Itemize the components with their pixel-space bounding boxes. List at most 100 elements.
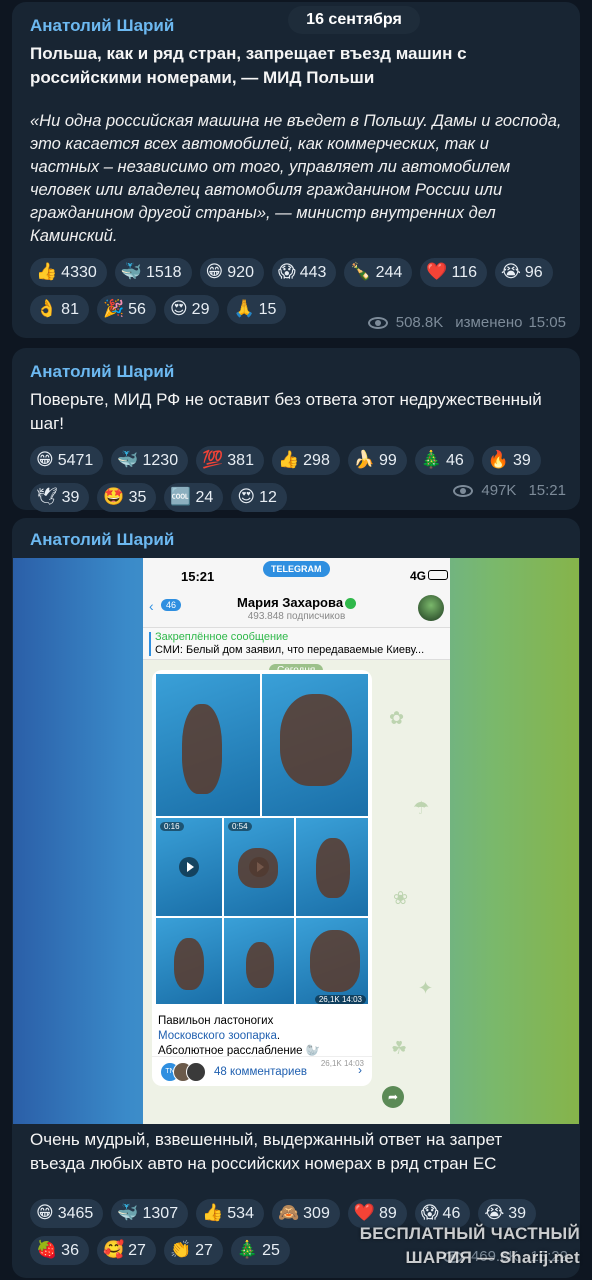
reaction-count: 39 — [512, 451, 531, 469]
photo-cell — [156, 674, 260, 816]
channel-name-row: Мария Захарова — [143, 595, 450, 610]
cool-icon: 🆒 — [170, 487, 192, 507]
reaction-count: 39 — [508, 1204, 527, 1222]
media-grid: 0:16 0:54 26,1K 14:03 — [152, 670, 372, 1008]
walrus-shape — [246, 942, 274, 988]
doodle-icon: ✿ — [389, 708, 405, 728]
reaction-count: 3465 — [57, 1204, 94, 1222]
pinned-label: Закреплённое сообщение — [155, 631, 289, 643]
chevron-right-icon: › — [358, 1063, 362, 1077]
reaction-grin[interactable]: 😁 920 — [199, 258, 264, 287]
heart-icon: ❤️ — [353, 1203, 376, 1223]
reaction-strawberry[interactable]: 🍓 36 — [30, 1236, 89, 1265]
reaction-dove[interactable]: 🕊 39 — [30, 483, 90, 512]
pinned-message: Закреплённое сообщение СМИ: Белый дом за… — [143, 628, 450, 660]
views-icon — [367, 316, 388, 329]
phone-screenshot: 15:21 TELEGRAM 4G ‹ 46 Мария Захарова 49… — [143, 558, 450, 1124]
reaction-thumbs-up[interactable]: 👍 298 — [271, 446, 340, 475]
reaction-count: 309 — [303, 1204, 330, 1222]
channel-name: Мария Захарова — [236, 595, 344, 610]
reaction-count: 27 — [128, 1241, 146, 1259]
reaction-whale[interactable]: 🐳 1518 — [114, 258, 192, 287]
video-duration: 0:16 — [160, 822, 184, 831]
reaction-thumbs-up[interactable]: 👍 534 — [196, 1199, 264, 1228]
reaction-grin[interactable]: 😁 5471 — [30, 446, 104, 475]
reaction-pray[interactable]: 🙏 15 — [227, 295, 287, 324]
reaction-star-struck[interactable]: 🤩 35 — [97, 483, 157, 512]
reaction-count: 36 — [61, 1241, 79, 1259]
reaction-fire[interactable]: 🔥 39 — [481, 446, 541, 475]
reaction-count: 24 — [195, 488, 214, 506]
channel-post: 0:16 0:54 26,1K 14:03 Павильон ластоноги… — [152, 670, 372, 1086]
walrus-shape — [174, 938, 204, 990]
reaction-count: 99 — [379, 451, 397, 469]
reaction-count: 534 — [227, 1204, 254, 1222]
grin-icon: 😁 — [205, 262, 224, 282]
reaction-count: 15 — [258, 300, 277, 318]
heart-eyes-icon: 😍 — [169, 299, 188, 319]
reaction-count: 25 — [262, 1241, 280, 1259]
phone-status-bar: 15:21 TELEGRAM 4G — [143, 558, 450, 592]
photo-cell — [262, 674, 368, 816]
reaction-ok-hand[interactable]: 👌 81 — [30, 295, 89, 324]
reaction-hearts-face[interactable]: 🥰 27 — [96, 1236, 156, 1265]
scream-icon: 😱 — [277, 262, 296, 282]
christmas-tree-icon: 🎄 — [420, 450, 442, 470]
hundred-icon: 💯 — [202, 450, 224, 470]
walrus-shape — [316, 838, 350, 898]
reaction-heart-eyes[interactable]: 😍 12 — [231, 483, 287, 512]
caption-link[interactable]: Московского зоопарка — [158, 1030, 277, 1042]
reaction-banana[interactable]: 🍌 99 — [347, 446, 407, 475]
reaction-count: 1230 — [142, 451, 179, 469]
watermark: БЕСПЛАТНЫЙ ЧАСТНЫЙ ШАРИЯ — Sharij.net — [360, 1222, 580, 1270]
whale-icon: 🐳 — [117, 1203, 139, 1223]
watermark-line: ШАРИЯ — Sharij.net — [405, 1248, 580, 1267]
whale-icon: 🐳 — [117, 450, 139, 470]
fire-icon: 🔥 — [487, 450, 509, 470]
reaction-thumbs-up[interactable]: 👍 4330 — [30, 258, 107, 287]
reaction-count: 29 — [191, 300, 210, 318]
message-1: Анатолий Шарий Польша, как и ряд стран, … — [12, 2, 580, 338]
reaction-hundred[interactable]: 💯 381 — [196, 446, 264, 475]
phone-time: 15:21 — [181, 569, 215, 584]
reaction-clap[interactable]: 👏 27 — [163, 1236, 223, 1265]
reaction-count: 1518 — [145, 263, 182, 281]
star-struck-icon: 🤩 — [103, 487, 125, 507]
reaction-grin[interactable]: 😁 3465 — [30, 1199, 104, 1228]
message-image[interactable]: 15:21 TELEGRAM 4G ‹ 46 Мария Захарова 49… — [13, 558, 579, 1124]
reaction-whale[interactable]: 🐳 1230 — [111, 446, 189, 475]
banana-icon: 🍌 — [353, 450, 376, 470]
reaction-count: 27 — [195, 1241, 213, 1259]
pray-icon: 🙏 — [233, 299, 255, 319]
reaction-whale[interactable]: 🐳 1307 — [111, 1199, 189, 1228]
reaction-cool[interactable]: 🆒 24 — [164, 483, 224, 512]
reactions: 😁 5471 🐳 1230 💯 381 👍 298 🍌 99 🎄 46 🔥 39 🕊 39 🤩 35 🆒 24 😍 12 — [12, 446, 580, 512]
see-no-evil-icon: 🙈 — [277, 1203, 300, 1223]
post-caption: Павильон ластоногих Московского зоопарка… — [152, 1008, 372, 1059]
comment-avatars: TN — [160, 1061, 206, 1082]
forward-icon: ➦ — [382, 1086, 404, 1108]
video-duration: 0:54 — [228, 822, 252, 831]
reaction-sob[interactable]: 😭 96 — [494, 258, 553, 287]
reaction-count: 298 — [303, 451, 330, 469]
reaction-christmas-tree[interactable]: 🎄 46 — [414, 446, 474, 475]
reaction-heart[interactable]: ❤️ 116 — [420, 258, 487, 287]
play-icon — [179, 857, 199, 877]
sob-icon: 😭 — [500, 262, 521, 282]
chat-header: ‹ 46 Мария Захарова 493.848 подписчиков — [143, 592, 450, 628]
reaction-heart-eyes[interactable]: 😍 29 — [163, 295, 220, 324]
reaction-party[interactable]: 🎉 56 — [96, 295, 156, 324]
battery-icon — [428, 570, 448, 580]
reaction-see-no-evil[interactable]: 🙈 309 — [271, 1199, 340, 1228]
reaction-count: 244 — [375, 263, 403, 281]
video-cell: 0:54 — [224, 818, 294, 916]
reaction-scream[interactable]: 😱 443 — [271, 258, 337, 287]
reaction-champagne[interactable]: 🍾 244 — [344, 258, 413, 287]
walrus-shape — [182, 704, 222, 794]
message-author[interactable]: Анатолий Шарий — [12, 348, 580, 382]
reaction-count: 35 — [128, 488, 147, 506]
comments-bar: TN 48 комментариев › — [152, 1056, 372, 1086]
reaction-christmas-tree[interactable]: 🎄 25 — [230, 1236, 290, 1265]
message-author[interactable]: Анатолий Шарий — [12, 518, 580, 550]
champagne-icon: 🍾 — [350, 262, 372, 282]
